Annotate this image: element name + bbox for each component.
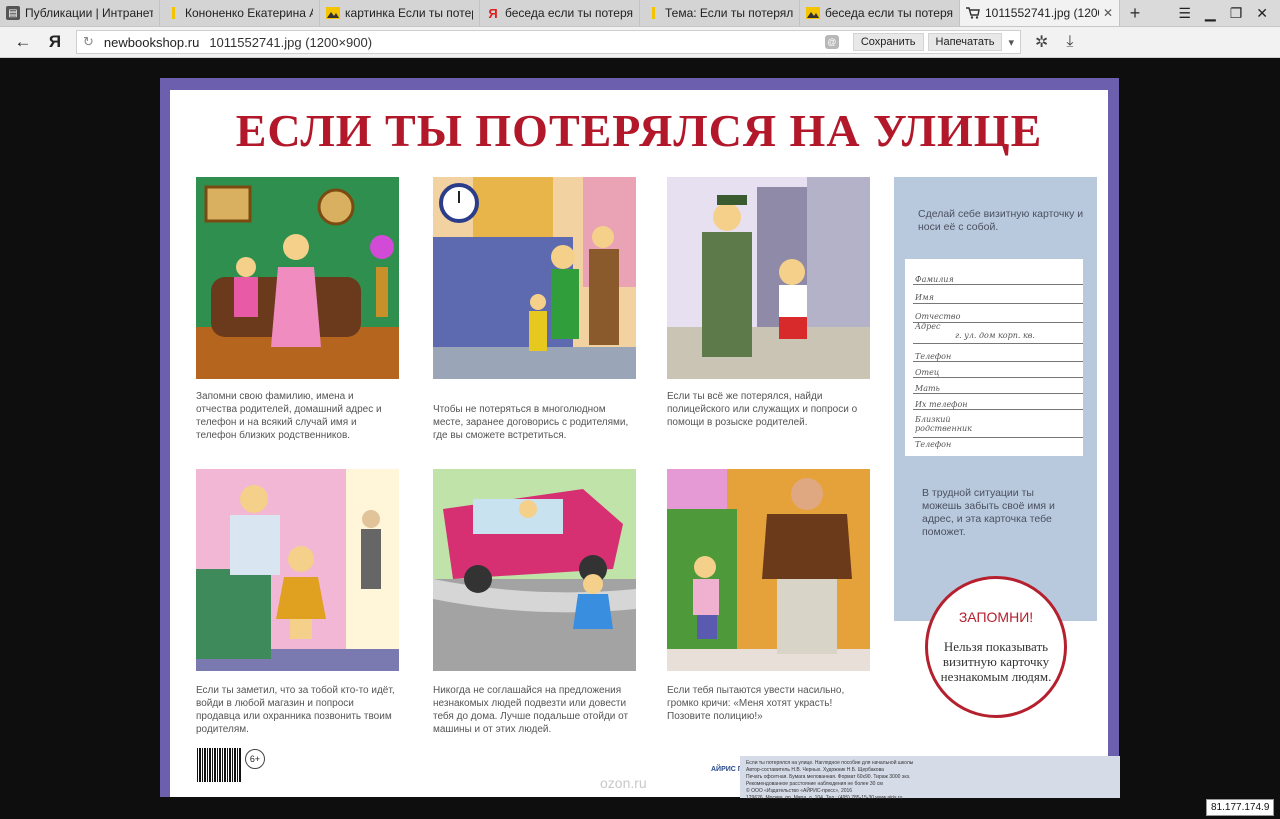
imprint-box: Если ты потерялся на улице. Наглядное по… [740,756,1120,801]
minimize-icon[interactable]: ▁ [1205,5,1216,22]
tab-2[interactable]: картинка Если ты потерялся [320,0,480,26]
stamp-title: ЗАПОМНИ! [958,609,1034,625]
tab-title: Тема: Если ты потерялся на [665,6,793,20]
save-button[interactable]: Сохранить [852,33,924,51]
illustration-abduction [667,469,870,671]
imprint-line: Автор-составитель Н.В. Черных. Художник … [746,767,884,773]
tab-title: Кононенко Екатерина Алек [185,6,313,20]
new-tab-button[interactable]: + [1120,0,1150,26]
tab-title: Публикации | Интранет-по [25,6,153,20]
illustration-car [433,469,636,671]
form-label-relative: Близкий родственник [915,415,972,433]
form-line [913,303,1083,304]
tab-title: беседа если ты потерялся [505,6,633,20]
remember-stamp: ЗАПОМНИ! Нельзя показывать визитную карт… [925,576,1067,718]
yandex-images-icon [806,6,820,20]
form-label-their-phone: Их телефон [915,400,968,409]
close-tab-icon[interactable]: ✕ [1103,6,1113,20]
tab-4[interactable]: Тема: Если ты потерялся на [640,0,800,26]
form-label-name: Имя [915,293,934,302]
yellow-bar-icon [166,6,180,20]
form-line [913,437,1083,438]
caption-3: Если ты всё же потерялся, найди полицейс… [667,391,858,428]
imprint-line: Печать офсетная. Бумага мелованная. Форм… [746,774,911,780]
card-intro: Сделай себе визитную карточку и носи её … [918,208,1084,233]
tab-title: беседа если ты потерялся [825,6,953,20]
address-domain: newbookshop.ru [103,34,200,50]
window-controls: ☰ ▁ ❐ ✕ [1178,0,1280,26]
tab-title: 1011552741.jpg (1200×90 [985,6,1099,20]
caption-1: Запомни свою фамилию, имена и отчества р… [196,391,382,441]
form-label-mother: Мать [915,384,940,393]
caption-2: Чтобы не потеряться в многолюдном месте,… [433,404,629,441]
form-label-patronymic: Отчество [915,312,961,321]
tab-6-active[interactable]: 1011552741.jpg (1200×90 ✕ [960,0,1120,26]
imprint-line: © ООО «Издательство «АЙРИС-пресс», 2016 [746,788,853,794]
caption-6: Если тебя пытаются увести насильно, гром… [667,685,845,722]
yandex-logo[interactable]: Я [40,32,70,52]
imprint-line: Если ты потерялся на улице. Наглядное по… [746,760,914,766]
stamp-body: Нельзя показывать визитную карточку незн… [940,639,1052,684]
cart-icon [966,6,980,20]
form-line [913,393,1083,394]
browser-toolbar: ← Я ↻ newbookshop.ru 1011552741.jpg (120… [0,27,1280,58]
tab-3[interactable]: Я беседа если ты потерялся [480,0,640,26]
card-outro: В трудной ситуации ты можешь забыть своё… [922,487,1055,538]
barcode [197,748,241,782]
chevron-down-icon[interactable]: ▾ [1008,36,1014,49]
yandex-icon: Я [488,5,498,21]
illustration-police [667,177,870,379]
form-line [913,284,1083,285]
form-line [913,343,1083,344]
illustration-shop [196,469,399,671]
menu-icon[interactable]: ☰ [1178,5,1191,22]
extensions-icon[interactable]: ✲ [1035,32,1048,52]
reload-icon[interactable]: ↻ [83,34,94,50]
ip-badge: 81.177.174.9 [1206,799,1275,816]
back-button[interactable]: ← [6,32,40,52]
form-label-relative-phone: Телефон [915,440,952,449]
address-path: 1011552741.jpg (1200×900) [209,34,373,50]
tab-bar: ▤ Публикации | Интранет-по Кононенко Ека… [0,0,1280,27]
form-label-address: Адрес [915,322,941,331]
illustration-crowd [433,177,636,379]
form-label-surname: Фамилия [915,275,954,284]
tab-title: картинка Если ты потерялся [345,6,473,20]
form-label-phone: Телефон [915,352,952,361]
yellow-bar-icon [646,6,660,20]
tab-1[interactable]: Кононенко Екатерина Алек [160,0,320,26]
form-label-father: Отец [915,368,940,377]
download-icon[interactable]: ⤓ [1066,33,1073,51]
age-rating: 6+ [245,749,265,769]
tab-0[interactable]: ▤ Публикации | Интранет-по [0,0,160,26]
address-bar[interactable]: ↻ newbookshop.ru 1011552741.jpg (1200×90… [76,30,1021,54]
form-line [913,377,1083,378]
poster-title: ЕСЛИ ТЫ ПОТЕРЯЛСЯ НА УЛИЦЕ [235,105,1043,156]
form-line [913,409,1083,410]
yandex-images-icon [326,6,340,20]
close-window-icon[interactable]: ✕ [1256,5,1268,22]
illustration-family [196,177,399,379]
card-form: Фамилия Имя Отчество Адрес г. ул. дом ко… [905,259,1083,456]
print-button[interactable]: Напечатать [927,33,1003,51]
imprint-line: Рекомендованное расстояние наблюдения не… [746,781,883,787]
caption-4: Если ты заметил, что за тобой кто-то идё… [196,685,395,735]
watermark: ozon.ru [600,775,647,791]
protect-icon[interactable]: @ [824,35,839,49]
caption-5: Никогда не соглашайся на предложения нез… [433,685,629,735]
imprint-line: 129626, Москва, пр. Мира, д. 104. Тел.: … [746,795,903,801]
tab-5[interactable]: беседа если ты потерялся [800,0,960,26]
maximize-icon[interactable]: ❐ [1230,5,1243,22]
form-address-subfields: г. ул. дом корп. кв. [955,331,1035,340]
page-icon: ▤ [6,6,20,20]
form-line [913,361,1083,362]
